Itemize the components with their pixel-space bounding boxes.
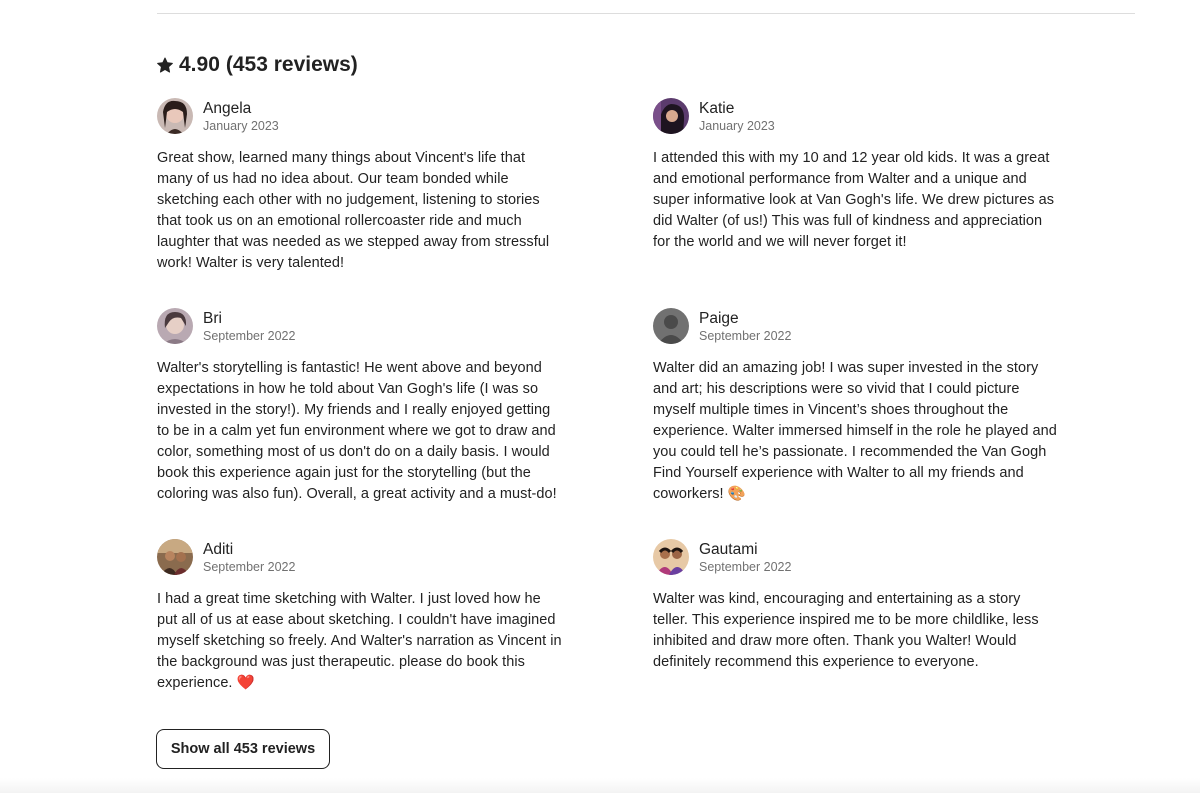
review-text: Great show, learned many things about Vi… xyxy=(157,150,550,271)
avatar[interactable] xyxy=(157,98,193,134)
review-date: September 2022 xyxy=(699,559,792,574)
reviews-section: 4.90 (453 reviews) Angela January 2023 G… xyxy=(0,0,1200,793)
reviewer-name: Aditi xyxy=(203,540,234,558)
review-text: I attended this with my 10 and 12 year o… xyxy=(653,150,1055,250)
review-date: September 2022 xyxy=(203,559,296,574)
review-card: Bri September 2022 Walter's storytelling… xyxy=(157,308,562,505)
reviewer-name: Bri xyxy=(203,309,222,327)
review-card: Paige September 2022 Walter did an amazi… xyxy=(653,308,1058,505)
review-text: I had a great time sketching with Walter… xyxy=(157,591,562,691)
avatar[interactable] xyxy=(653,539,689,575)
section-divider xyxy=(157,13,1135,14)
show-all-reviews-button[interactable]: Show all 453 reviews xyxy=(156,729,330,769)
page-bottom-shade xyxy=(0,778,1200,793)
review-card: Gautami September 2022 Walter was kind, … xyxy=(653,539,1058,673)
review-date: January 2023 xyxy=(699,118,775,133)
avatar[interactable] xyxy=(653,308,689,344)
review-date: September 2022 xyxy=(699,328,792,343)
review-text: Walter's storytelling is fantastic! He w… xyxy=(157,360,557,502)
review-card: Aditi September 2022 I had a great time … xyxy=(157,539,562,694)
reviewer-name: Paige xyxy=(699,309,739,327)
rating-value: 4.90 xyxy=(179,53,220,76)
review-card: Angela January 2023 Great show, learned … xyxy=(157,98,562,274)
rating-summary: 4.90 (453 reviews) xyxy=(157,53,358,77)
reviewer-name: Katie xyxy=(699,99,735,117)
reviewer-name: Gautami xyxy=(699,540,758,558)
review-card: Katie January 2023 I attended this with … xyxy=(653,98,1058,253)
review-date: September 2022 xyxy=(203,328,296,343)
review-date: January 2023 xyxy=(203,118,279,133)
review-text: Walter did an amazing job! I was super i… xyxy=(653,360,1057,502)
reviewer-name: Angela xyxy=(203,99,252,117)
review-count: (453 reviews) xyxy=(225,53,358,76)
avatar[interactable] xyxy=(157,539,193,575)
review-text: Walter was kind, encouraging and enterta… xyxy=(653,591,1039,670)
avatar[interactable] xyxy=(653,98,689,134)
star-icon xyxy=(157,57,173,73)
avatar[interactable] xyxy=(157,308,193,344)
